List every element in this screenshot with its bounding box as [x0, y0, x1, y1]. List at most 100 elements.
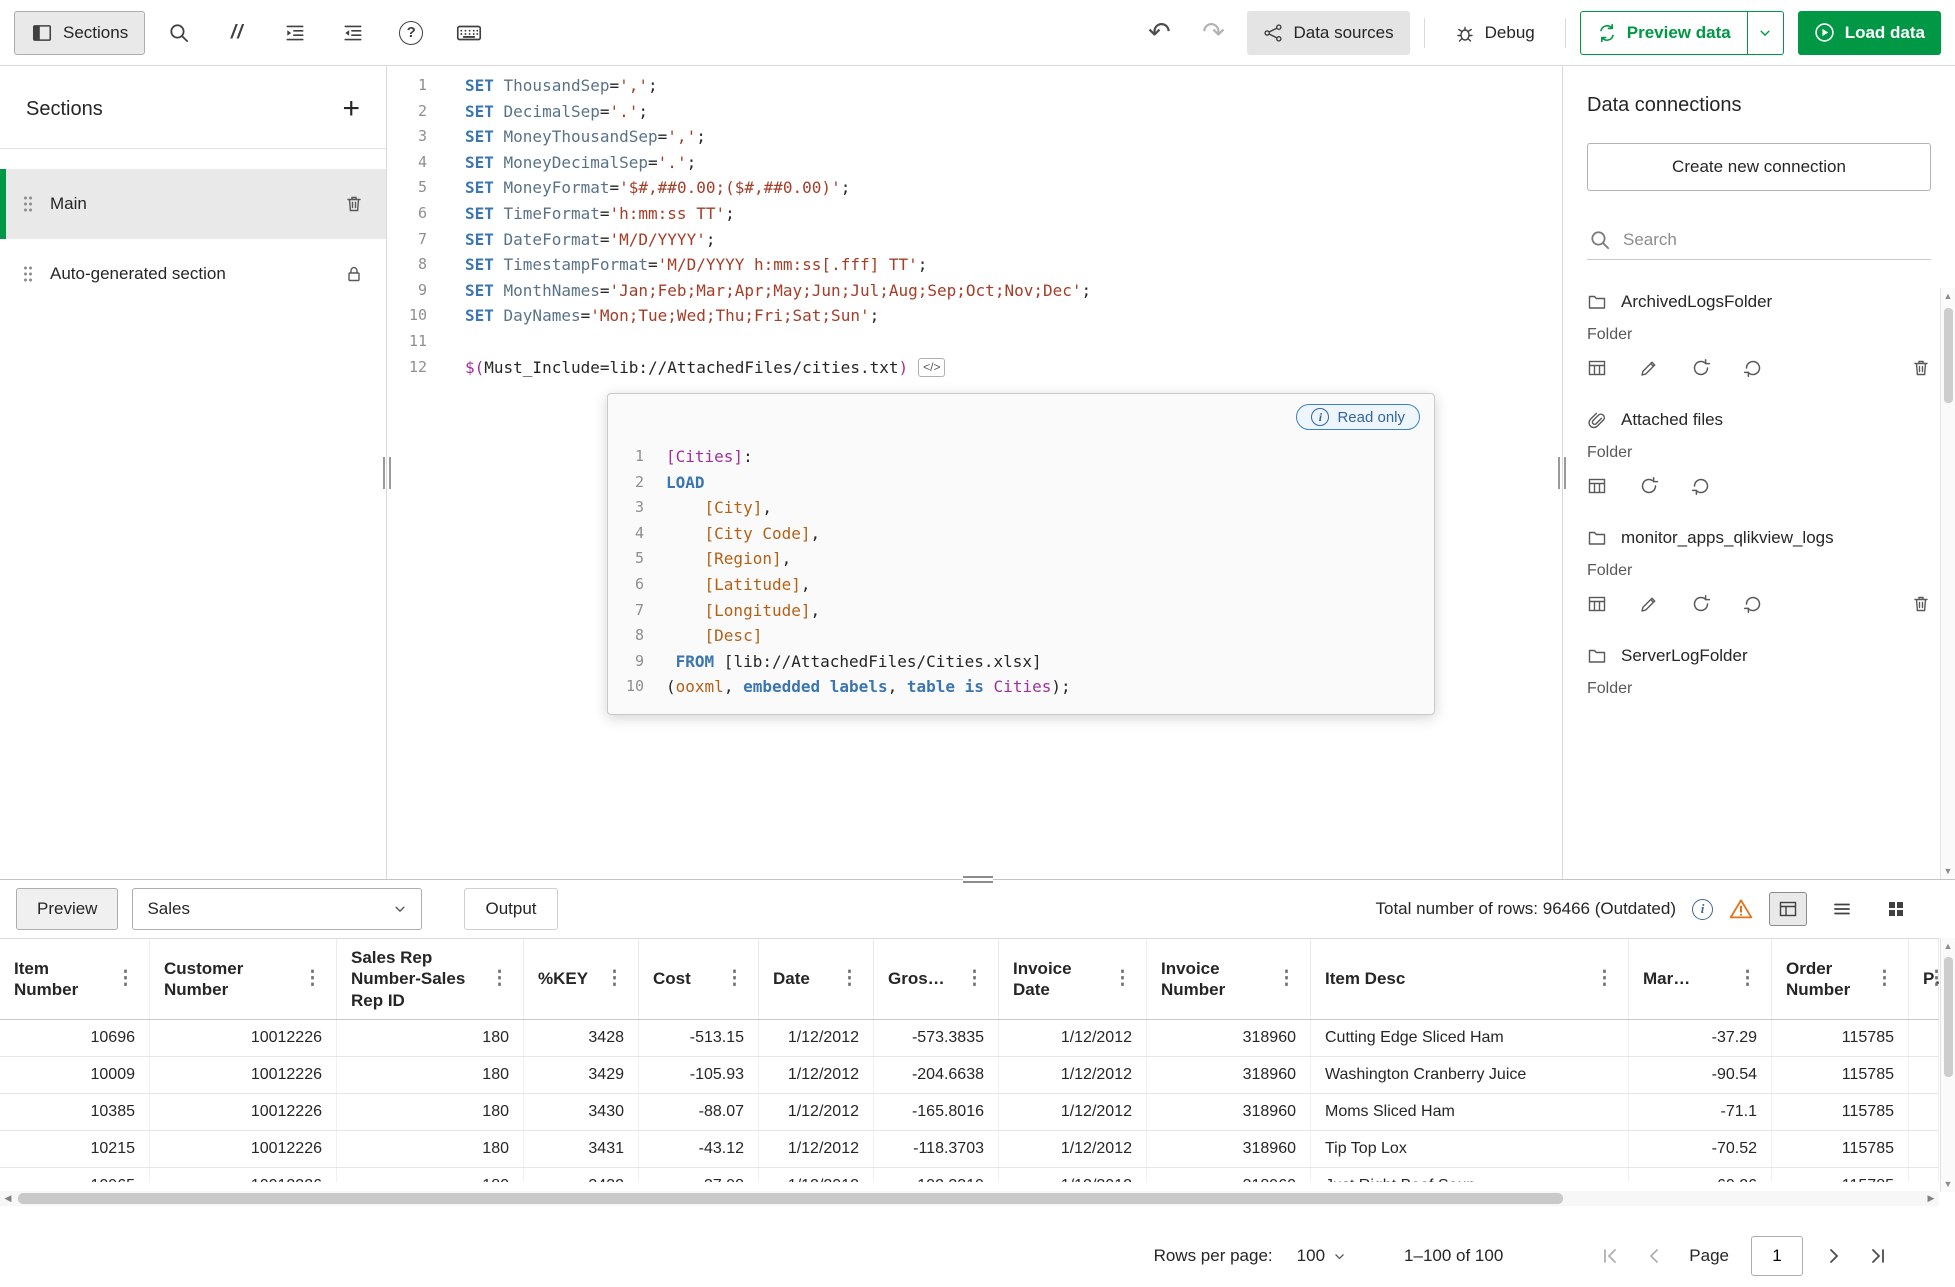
preview-scrollbar[interactable]: ▲ ▼ [1940, 938, 1955, 1192]
sync-icon[interactable] [1691, 476, 1711, 496]
column-menu-icon[interactable]: ⋮ [605, 967, 624, 991]
rows-per-page-select[interactable]: 100 [1297, 1246, 1346, 1266]
code-line[interactable]: 9 SET MonthNames='Jan;Feb;Mar;Apr;May;Jun… [387, 278, 1562, 304]
connections-search[interactable] [1587, 221, 1931, 260]
code-line[interactable]: 3 [City], [616, 495, 1420, 521]
table-row[interactable]: 10696 10012226 180 3428 -513.15 1/12/2012 -573… [0, 1019, 1939, 1057]
code-line[interactable]: 9 FROM [lib://AttachedFiles/Cities.xlsx] [616, 649, 1420, 675]
delete-section-button[interactable] [344, 194, 364, 214]
select-data-icon[interactable] [1587, 594, 1607, 614]
list-view-button[interactable] [1823, 892, 1861, 926]
panel-resize-handle[interactable] [962, 874, 993, 885]
table-row[interactable]: 10965100122261803432-37.981/12/2012-102.… [0, 1167, 1939, 1182]
script-code[interactable]: 1 SET ThousandSep=','; 2 SET DecimalSep='.'… [387, 66, 1562, 380]
scroll-down-icon[interactable]: ▼ [1941, 1176, 1955, 1192]
column-header[interactable]: Customer Number ⋮ [150, 939, 337, 1019]
scroll-right-icon[interactable]: ▶ [1923, 1193, 1939, 1204]
column-header[interactable]: P…⋮ [1909, 939, 1939, 1019]
add-section-button[interactable]: + [342, 94, 360, 124]
refresh-icon[interactable] [1691, 594, 1711, 614]
column-menu-icon[interactable]: ⋮ [965, 967, 984, 991]
preview-tab-button[interactable]: Preview [16, 888, 119, 930]
column-menu-icon[interactable]: ⋮ [303, 967, 322, 991]
code-line[interactable]: 10 SET DayNames='Mon;Tue;Wed;Thu;Fri;Sat;… [387, 303, 1562, 329]
scroll-left-icon[interactable]: ◀ [0, 1193, 16, 1204]
code-line[interactable]: 1 [Cities]: [616, 444, 1420, 470]
data-sources-button[interactable]: Data sources [1247, 10, 1410, 55]
search-button[interactable] [155, 11, 203, 55]
connection-item[interactable]: ArchivedLogsFolder Folder [1587, 288, 1931, 378]
warning-icon[interactable] [1729, 897, 1753, 921]
sync-icon[interactable] [1743, 594, 1763, 614]
column-header[interactable]: %KEY ⋮ [524, 939, 639, 1019]
column-menu-icon[interactable]: ⋮ [840, 967, 859, 991]
column-menu-icon[interactable]: ⋮ [1113, 967, 1132, 991]
connection-item[interactable]: ServerLogFolder Folder [1587, 642, 1931, 698]
column-header[interactable]: Gros… ⋮ [874, 939, 999, 1019]
table-row[interactable]: 10009 10012226 180 3429 -105.93 1/12/2012 -204… [0, 1056, 1939, 1094]
code-line[interactable]: 4 SET MoneyDecimalSep='.'; [387, 150, 1562, 176]
column-header[interactable]: Invoice Date ⋮ [999, 939, 1147, 1019]
connections-search-input[interactable] [1623, 230, 1929, 250]
column-menu-icon[interactable]: ⋮ [1738, 967, 1757, 991]
horizontal-scrollbar[interactable]: ◀ ▶ [0, 1191, 1939, 1206]
page-number-input[interactable] [1751, 1236, 1803, 1276]
code-line[interactable]: 12 $(Must_Include=lib://AttachedFiles/cit… [387, 355, 1562, 381]
shortcuts-button[interactable] [445, 11, 493, 55]
code-line[interactable]: 8 [Desc] [616, 623, 1420, 649]
create-connection-button[interactable]: Create new connection [1587, 143, 1931, 191]
delete-icon[interactable] [1911, 358, 1931, 378]
table-view-button[interactable] [1769, 892, 1807, 926]
drag-handle-icon[interactable] [22, 194, 34, 214]
column-menu-icon[interactable]: ⋮ [490, 967, 509, 991]
column-header[interactable]: Mar… ⋮ [1629, 939, 1772, 1019]
left-panel-resize-handle[interactable] [383, 456, 391, 489]
next-page-button[interactable] [1817, 1239, 1851, 1273]
connections-scrollbar[interactable]: ▲ ▼ [1940, 288, 1955, 879]
scroll-down-icon[interactable]: ▼ [1941, 863, 1955, 879]
scrollbar-thumb[interactable] [1943, 308, 1953, 403]
scrollbar-thumb[interactable] [18, 1193, 1563, 1204]
last-page-button[interactable] [1861, 1239, 1895, 1273]
code-line[interactable]: 3 SET MoneyThousandSep=','; [387, 124, 1562, 150]
column-header[interactable]: Date ⋮ [759, 939, 874, 1019]
code-line[interactable]: 6 SET TimeFormat='h:mm:ss TT'; [387, 201, 1562, 227]
debug-button[interactable]: Debug [1438, 10, 1551, 55]
select-data-icon[interactable] [1587, 476, 1607, 496]
refresh-icon[interactable] [1691, 358, 1711, 378]
refresh-icon[interactable] [1639, 476, 1659, 496]
column-menu-icon[interactable]: ⋮ [1927, 967, 1939, 991]
load-data-button[interactable]: Load data [1797, 10, 1941, 55]
connection-name[interactable]: Attached files [1621, 406, 1723, 434]
connection-name[interactable]: ServerLogFolder [1621, 642, 1748, 670]
column-menu-icon[interactable]: ⋮ [116, 967, 135, 991]
first-page-button[interactable] [1593, 1239, 1627, 1273]
indent-button[interactable] [271, 11, 319, 55]
code-line[interactable]: 7 SET DateFormat='M/D/YYYY'; [387, 227, 1562, 253]
column-menu-icon[interactable]: ⋮ [1875, 967, 1894, 991]
preview-data-caret-button[interactable] [1747, 10, 1784, 55]
redo-button[interactable]: ↷ [1193, 11, 1233, 55]
sync-icon[interactable] [1743, 358, 1763, 378]
column-menu-icon[interactable]: ⋮ [725, 967, 744, 991]
code-line[interactable]: 1 SET ThousandSep=','; [387, 73, 1562, 99]
select-data-icon[interactable] [1587, 358, 1607, 378]
scroll-up-icon[interactable]: ▲ [1941, 938, 1955, 954]
code-line[interactable]: 5 SET MoneyFormat='$#,##0.00;($#,##0.00)'… [387, 175, 1562, 201]
table-select[interactable]: Sales [132, 888, 423, 930]
scrollbar-thumb[interactable] [1943, 957, 1953, 1077]
table-row[interactable]: 10215 10012226 180 3431 -43.12 1/12/2012 -118.… [0, 1130, 1939, 1168]
right-panel-resize-handle[interactable] [1558, 456, 1566, 489]
code-line[interactable]: 10 (ooxml, embedded labels, table is Citi… [616, 674, 1420, 700]
column-header[interactable]: Cost ⋮ [639, 939, 759, 1019]
column-menu-icon[interactable]: ⋮ [1595, 967, 1614, 991]
column-menu-icon[interactable]: ⋮ [1277, 967, 1296, 991]
edit-icon[interactable] [1639, 358, 1659, 378]
code-line[interactable]: 4 [City Code], [616, 521, 1420, 547]
comment-button[interactable]: // [213, 11, 261, 55]
connection-item[interactable]: monitor_apps_qlikview_logs Folder [1587, 524, 1931, 614]
section-item-main[interactable]: Main [0, 169, 386, 239]
preview-data-button[interactable]: Preview data [1579, 10, 1748, 55]
help-button[interactable]: ? [387, 11, 435, 55]
code-line[interactable]: 2 LOAD [616, 470, 1420, 496]
